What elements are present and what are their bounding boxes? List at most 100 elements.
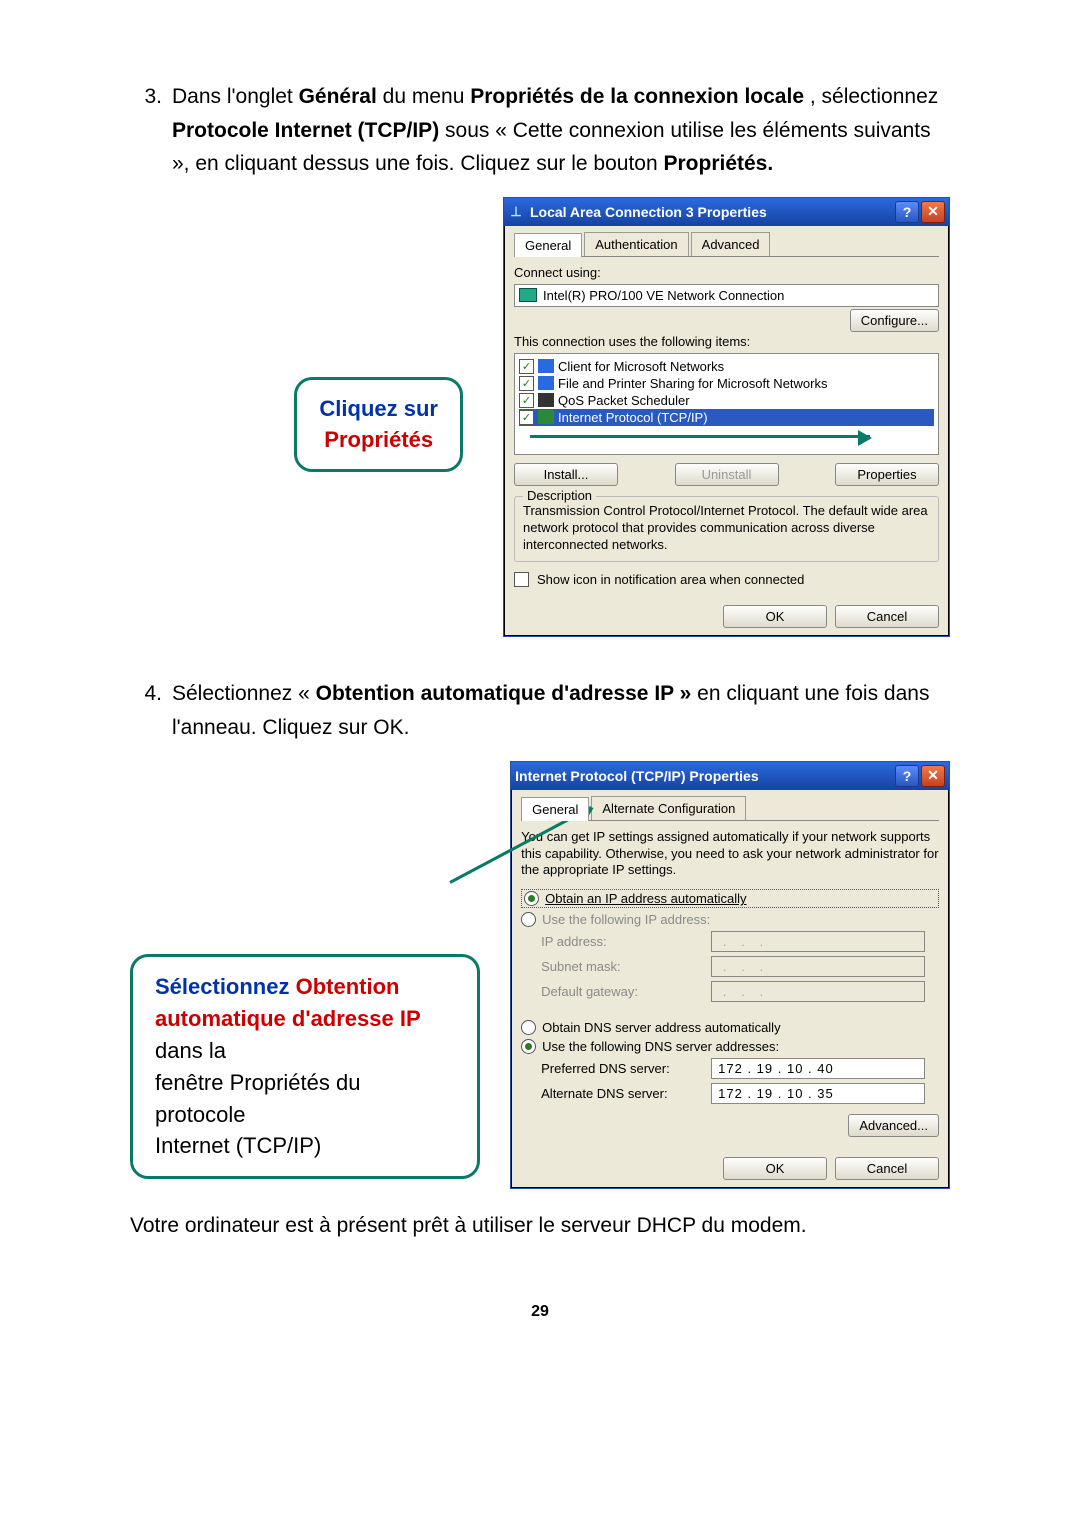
list-item-label: File and Printer Sharing for Microsoft N… <box>558 376 827 391</box>
text: , sélectionnez <box>810 85 938 108</box>
list-item-selected[interactable]: ✓ Internet Protocol (TCP/IP) <box>519 409 934 426</box>
dialog-tcpip-properties: Internet Protocol (TCP/IP) Properties ? … <box>510 761 950 1190</box>
checkbox-icon[interactable]: ✓ <box>519 376 534 391</box>
advanced-button[interactable]: Advanced... <box>848 1114 939 1137</box>
help-button[interactable]: ? <box>895 201 919 223</box>
ok-button[interactable]: OK <box>723 1157 827 1180</box>
radio-label: Use the following IP address: <box>542 912 710 927</box>
adapter-field[interactable]: Intel(R) PRO/100 VE Network Connection <box>514 284 939 307</box>
step-4-number: 4. <box>130 677 172 744</box>
step-3-number: 3. <box>130 80 172 181</box>
list-item[interactable]: ✓ Client for Microsoft Networks <box>519 358 934 375</box>
close-button[interactable]: ✕ <box>921 201 945 223</box>
radio-icon[interactable] <box>521 1039 536 1054</box>
callout-text: Internet (TCP/IP) <box>155 1130 455 1162</box>
radio-auto-dns[interactable]: Obtain DNS server address automatically <box>521 1020 939 1035</box>
text-bold: Protocole Internet (TCP/IP) <box>172 119 439 142</box>
list-item[interactable]: ✓ QoS Packet Scheduler <box>519 392 934 409</box>
adapter-name: Intel(R) PRO/100 VE Network Connection <box>543 288 784 303</box>
preferred-dns-input[interactable]: 172 . 19 . 10 . 40 <box>711 1058 925 1079</box>
description-group: Description Transmission Control Protoco… <box>514 496 939 563</box>
show-icon-label: Show icon in notification area when conn… <box>537 572 804 587</box>
text-bold: Propriétés. <box>663 152 773 175</box>
nic-icon <box>519 288 537 302</box>
radio-auto-ip[interactable]: Obtain an IP address automatically <box>521 889 939 908</box>
callout-text: dans la <box>155 1038 226 1063</box>
checkbox-icon[interactable]: ✓ <box>519 359 534 374</box>
ok-button[interactable]: OK <box>723 605 827 628</box>
checkbox-icon[interactable]: ✓ <box>519 393 534 408</box>
radio-static-ip[interactable]: Use the following IP address: <box>521 912 939 927</box>
configure-button[interactable]: Configure... <box>850 309 939 332</box>
radio-label: Obtain DNS server address automatically <box>542 1020 780 1035</box>
ip-address-label: IP address: <box>541 934 711 949</box>
callout-text: Sélectionnez <box>155 974 296 999</box>
step-3: 3. Dans l'onglet Général du menu Proprié… <box>130 80 950 181</box>
items-listbox[interactable]: ✓ Client for Microsoft Networks ✓ File a… <box>514 353 939 455</box>
subnet-mask-label: Subnet mask: <box>541 959 711 974</box>
window-icon: ⊥ <box>508 204 524 220</box>
step-4: 4. Sélectionnez « Obtention automatique … <box>130 677 950 744</box>
ip-address-input: . . . <box>711 931 925 952</box>
tab-alternate-configuration[interactable]: Alternate Configuration <box>591 796 746 820</box>
list-item-label: Client for Microsoft Networks <box>558 359 724 374</box>
default-gateway-input: . . . <box>711 981 925 1002</box>
text-bold: Obtention automatique d'adresse IP » <box>316 682 692 705</box>
radio-icon[interactable] <box>524 891 539 906</box>
install-button[interactable]: Install... <box>514 463 618 486</box>
radio-icon[interactable] <box>521 1020 536 1035</box>
cancel-button[interactable]: Cancel <box>835 1157 939 1180</box>
list-item-label: Internet Protocol (TCP/IP) <box>558 410 708 425</box>
radio-icon[interactable] <box>521 912 536 927</box>
tabs: General Alternate Configuration <box>521 796 939 821</box>
closing-text: Votre ordinateur est à présent prêt à ut… <box>130 1209 950 1243</box>
service-icon <box>538 376 554 390</box>
service-icon <box>538 393 554 407</box>
step-4-body: Sélectionnez « Obtention automatique d'a… <box>172 677 950 744</box>
callout-line2: Propriétés <box>319 425 438 456</box>
list-item[interactable]: ✓ File and Printer Sharing for Microsoft… <box>519 375 934 392</box>
connect-using-label: Connect using: <box>514 265 939 280</box>
client-icon <box>538 359 554 373</box>
text-bold: Général <box>299 85 377 108</box>
tab-general[interactable]: General <box>521 797 589 821</box>
tabs: General Authentication Advanced <box>514 232 939 257</box>
help-button[interactable]: ? <box>895 765 919 787</box>
default-gateway-label: Default gateway: <box>541 984 711 999</box>
callout-text: fenêtre Propriétés du protocole <box>155 1067 455 1131</box>
show-icon-row[interactable]: ✓ Show icon in notification area when co… <box>514 572 939 587</box>
callout-text: automatique d'adresse IP <box>155 1006 421 1031</box>
group-legend: Description <box>523 488 596 503</box>
callout-line1: Cliquez sur <box>319 394 438 425</box>
checkbox-icon[interactable]: ✓ <box>519 410 534 425</box>
titlebar[interactable]: Internet Protocol (TCP/IP) Properties ? … <box>511 762 949 790</box>
uninstall-button[interactable]: Uninstall <box>675 463 779 486</box>
callout-click-properties: Cliquez sur Propriétés <box>294 377 463 473</box>
dialog-lac-properties: ⊥ Local Area Connection 3 Properties ? ✕… <box>503 197 950 638</box>
tab-advanced[interactable]: Advanced <box>691 232 771 256</box>
figure-1: Cliquez sur Propriétés ⊥ Local Area Conn… <box>130 197 950 638</box>
alternate-dns-input[interactable]: 172 . 19 . 10 . 35 <box>711 1083 925 1104</box>
checkbox-icon[interactable]: ✓ <box>514 572 529 587</box>
close-button[interactable]: ✕ <box>921 765 945 787</box>
tab-authentication[interactable]: Authentication <box>584 232 688 256</box>
window-title: Internet Protocol (TCP/IP) Properties <box>515 768 758 784</box>
alternate-dns-label: Alternate DNS server: <box>541 1086 711 1101</box>
text: du menu <box>383 85 471 108</box>
window-title: Local Area Connection 3 Properties <box>530 204 767 220</box>
tab-general[interactable]: General <box>514 233 582 257</box>
callout-arrow-icon <box>530 435 870 438</box>
cancel-button[interactable]: Cancel <box>835 605 939 628</box>
properties-button[interactable]: Properties <box>835 463 939 486</box>
subnet-mask-input: . . . <box>711 956 925 977</box>
titlebar[interactable]: ⊥ Local Area Connection 3 Properties ? ✕ <box>504 198 949 226</box>
radio-static-dns[interactable]: Use the following DNS server addresses: <box>521 1039 939 1054</box>
text: Sélectionnez « <box>172 682 316 705</box>
step-3-body: Dans l'onglet Général du menu Propriétés… <box>172 80 950 181</box>
protocol-icon <box>538 410 554 424</box>
radio-label: Use the following DNS server addresses: <box>542 1039 779 1054</box>
description-text: Transmission Control Protocol/Internet P… <box>523 503 930 554</box>
callout-select-auto-ip: Sélectionnez Obtention automatique d'adr… <box>130 954 480 1179</box>
callout-text: Obtention <box>296 974 400 999</box>
figure-2: Sélectionnez Obtention automatique d'adr… <box>130 761 950 1190</box>
